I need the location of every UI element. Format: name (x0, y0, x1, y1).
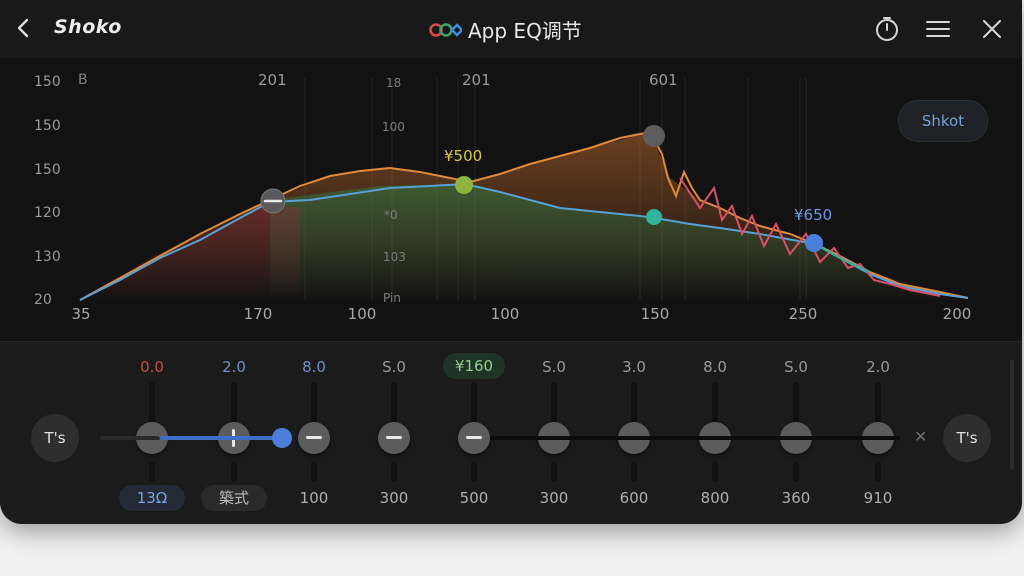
connector-line-active (160, 436, 280, 440)
eq-response-graph: 150 150 150 120 130 20 35 170 100 100 15… (0, 58, 1022, 341)
band-gain-value: S.0 (542, 358, 566, 376)
band-frequency-label: 300 (539, 489, 569, 507)
top-label: 201 (462, 71, 491, 89)
response-curves (79, 78, 969, 301)
band-gain-value: 0.0 (140, 358, 164, 376)
back-icon[interactable] (10, 14, 38, 42)
scrollbar[interactable] (1010, 360, 1014, 470)
title-text: App EQ调节 (468, 19, 582, 43)
right-preset-button[interactable]: T's (943, 414, 991, 462)
eq-band: S.0 300 (369, 342, 419, 524)
y-label: 20 (34, 292, 52, 308)
band-slider-track[interactable] (231, 462, 237, 482)
ghost-label: 18 (386, 76, 402, 90)
band-frequency-label[interactable]: 築式 (201, 485, 267, 511)
band-frequency-label: 500 (459, 489, 489, 507)
x-label: 35 (71, 305, 91, 323)
band-slider-track[interactable] (471, 462, 477, 482)
eq-band: S.0 300 (529, 342, 579, 524)
band-frequency-label: 800 (700, 489, 730, 507)
eq-node-3[interactable] (643, 125, 665, 147)
band-gain-value: S.0 (382, 358, 406, 376)
y-label: 150 (34, 74, 61, 90)
eq-band: 2.0 築式 (201, 342, 267, 524)
band-slider-track[interactable] (631, 462, 637, 482)
annotation-label: ¥650 (794, 206, 833, 224)
band-slider-track[interactable] (391, 462, 397, 482)
band-frequency-label: 360 (781, 489, 811, 507)
x-label: 170 (243, 305, 273, 323)
band-slider-track[interactable] (875, 462, 881, 482)
eq-band: 0.0 13Ω (119, 342, 185, 524)
band-slider-track[interactable] (712, 462, 718, 482)
ghost-label: 103 (383, 250, 406, 264)
band-frequency-label: 300 (379, 489, 409, 507)
page-title: App EQ调节 (428, 15, 582, 44)
connector-line (490, 436, 900, 440)
crossover-handle[interactable] (272, 428, 292, 448)
eq-band: 8.0 800 (690, 342, 740, 524)
menu-icon[interactable] (923, 14, 953, 44)
x-label: 200 (942, 305, 972, 323)
brand-logo: Shoko (54, 16, 122, 38)
band-slider-knob[interactable] (298, 422, 330, 454)
x-label: 100 (347, 305, 377, 323)
top-label: 201 (258, 71, 287, 89)
timer-icon[interactable] (872, 14, 902, 44)
band-frequency-label: 910 (863, 489, 893, 507)
eq-band: ¥160 500 (443, 342, 505, 524)
ghost-label: 100 (382, 120, 405, 134)
band-gain-value: 2.0 (866, 358, 890, 376)
shkot-button[interactable]: Shkot (898, 100, 988, 142)
annotation-label: ¥500 (444, 147, 483, 165)
eq-node-4[interactable] (646, 209, 662, 225)
band-slider-knob[interactable] (378, 422, 410, 454)
eq-node-2[interactable] (455, 176, 473, 194)
eq-band: S.0 360 (771, 342, 821, 524)
y-label: 130 (34, 249, 61, 265)
band-slider-knob[interactable] (458, 422, 490, 454)
band-frequency-label[interactable]: 13Ω (119, 485, 185, 511)
close-small-icon[interactable]: ✕ (914, 427, 927, 446)
y-label: 120 (34, 205, 61, 221)
band-slider-track[interactable] (311, 462, 317, 482)
eq-slider-panel: T's T's 0.0 13Ω 2.0 築式 8.0 100 S.0 300 ¥… (0, 341, 1022, 524)
x-label: 250 (788, 305, 818, 323)
band-slider-track[interactable] (551, 462, 557, 482)
left-preset-button[interactable]: T's (31, 414, 79, 462)
ghost-label: B (78, 72, 88, 88)
app-window: Shoko App EQ调节 150 150 150 120 130 20 35… (0, 0, 1022, 524)
band-gain-value: S.0 (784, 358, 808, 376)
close-icon[interactable] (977, 14, 1007, 44)
band-gain-value: ¥160 (443, 353, 505, 379)
y-label: 150 (34, 118, 61, 134)
y-label: 150 (34, 162, 61, 178)
band-gain-value: 2.0 (222, 358, 246, 376)
ghost-label: *0 (384, 208, 398, 222)
band-gain-value: 8.0 (703, 358, 727, 376)
top-label: 601 (649, 71, 678, 89)
band-frequency-label: 600 (619, 489, 649, 507)
connector-line (100, 436, 160, 440)
x-label: 100 (490, 305, 520, 323)
eq-node-5[interactable] (805, 234, 823, 252)
ghost-label: Pin (383, 291, 401, 305)
eq-band: 8.0 100 (289, 342, 339, 524)
eq-logo-icon (429, 22, 462, 37)
eq-band: 3.0 600 (609, 342, 659, 524)
title-bar: Shoko App EQ调节 (0, 0, 1022, 58)
band-frequency-label: 100 (299, 489, 329, 507)
band-slider-track[interactable] (149, 462, 155, 482)
band-gain-value: 3.0 (622, 358, 646, 376)
band-slider-track[interactable] (793, 462, 799, 482)
x-label: 150 (640, 305, 670, 323)
eq-band: 2.0 910 (853, 342, 903, 524)
band-gain-value: 8.0 (302, 358, 326, 376)
